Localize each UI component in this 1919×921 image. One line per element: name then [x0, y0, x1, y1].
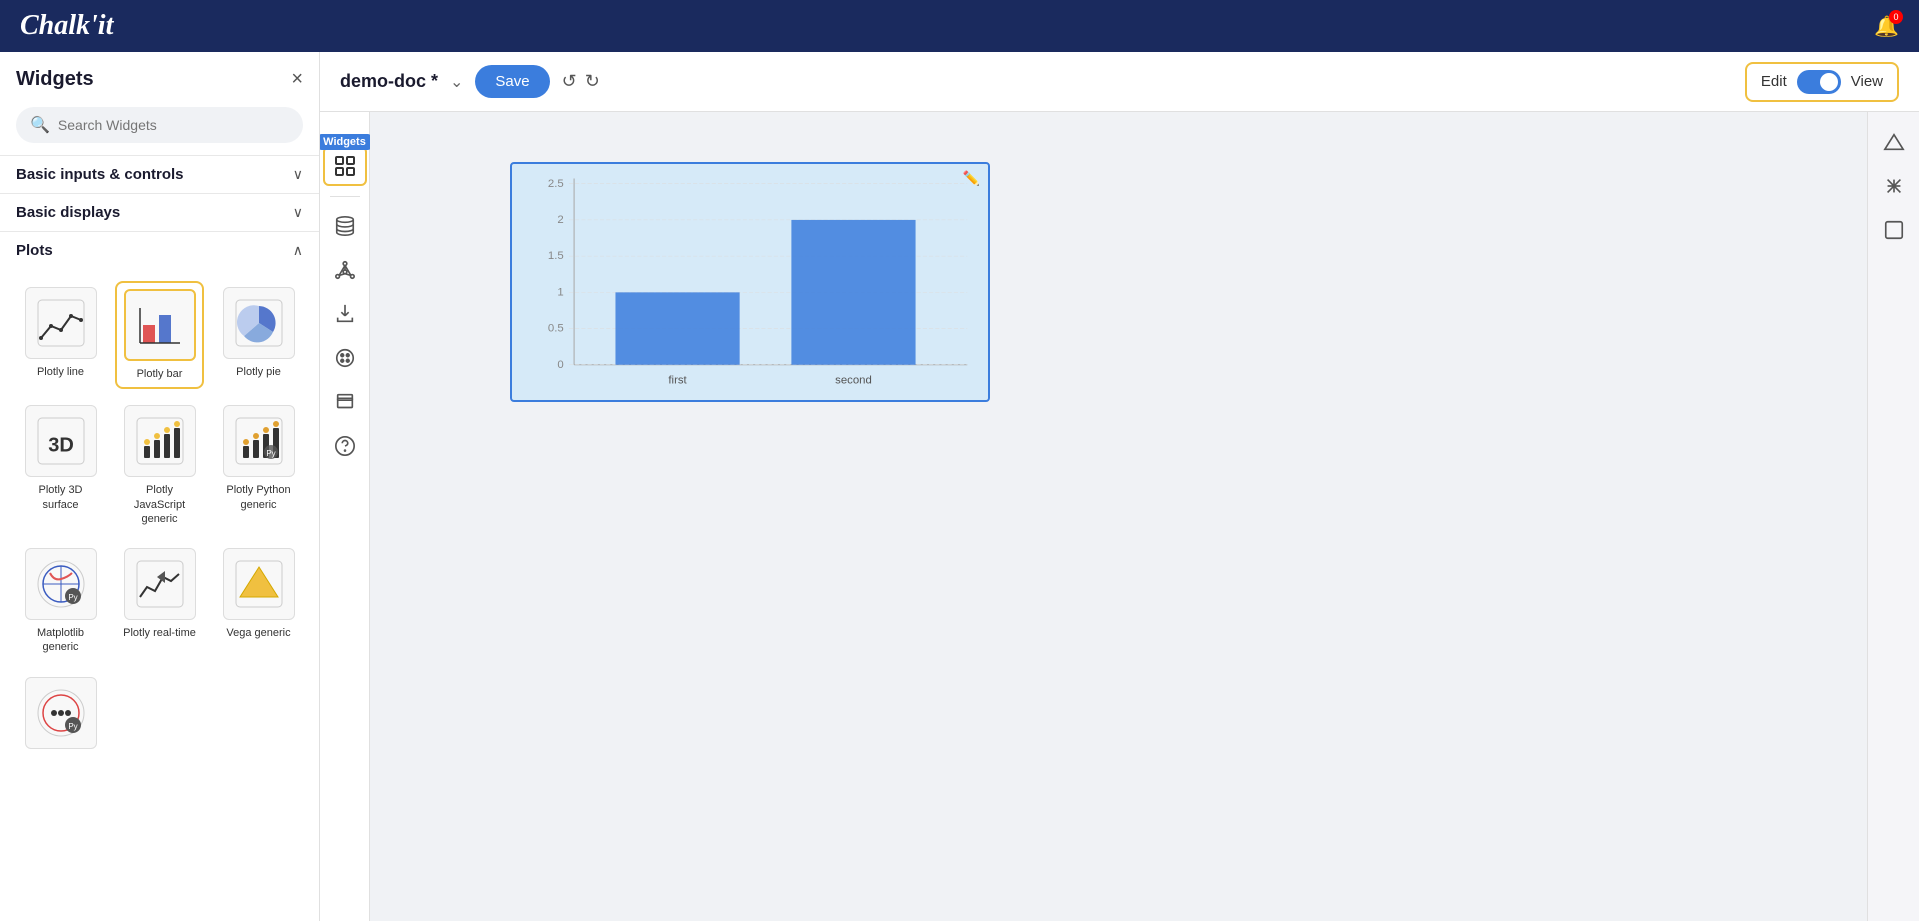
- svg-text:Py: Py: [266, 449, 275, 458]
- search-input[interactable]: [58, 117, 289, 133]
- main-layout: Widgets × 🔍 Basic inputs & controls ∨ Ba…: [0, 52, 1919, 921]
- edit-label: Edit: [1761, 73, 1787, 90]
- svg-text:3D: 3D: [48, 435, 74, 457]
- vega-label: Vega generic: [226, 626, 290, 640]
- panel-btn-layer[interactable]: [326, 383, 364, 421]
- edit-view-toggle[interactable]: Edit View: [1745, 62, 1899, 102]
- notification-bell[interactable]: 🔔 0: [1874, 14, 1899, 39]
- svg-text:1: 1: [557, 286, 563, 298]
- save-button[interactable]: Save: [475, 65, 549, 98]
- view-label: View: [1851, 73, 1883, 90]
- panel-btn-import[interactable]: [326, 295, 364, 333]
- widgets-panel-badge: Widgets: [320, 134, 372, 150]
- svg-text:2: 2: [557, 214, 563, 226]
- panel-btn-database[interactable]: [326, 207, 364, 245]
- content-area: demo-doc * ⌄ Save ↺ ↻ Edit View: [320, 52, 1919, 921]
- top-nav: Chalk'it 🔔 0: [0, 0, 1919, 52]
- chart-widget[interactable]: ✏️ 0 0.5 1 1.5: [510, 162, 990, 402]
- widget-plotly-py[interactable]: Py Plotly Python generic: [214, 399, 303, 532]
- widget-plotly-line[interactable]: Plotly line: [16, 281, 105, 389]
- widgets-sidebar: Widgets × 🔍 Basic inputs & controls ∨ Ba…: [0, 52, 320, 921]
- section-plots[interactable]: Plots ∧: [0, 231, 319, 269]
- left-icon-bar: Widgets: [320, 112, 370, 921]
- redo-button[interactable]: ↻: [585, 71, 600, 92]
- app-logo: Chalk'it: [20, 10, 113, 42]
- section-basic-inputs-chevron: ∨: [293, 166, 303, 183]
- svg-text:0.5: 0.5: [548, 323, 564, 335]
- plotly-py-icon: Py: [223, 405, 295, 477]
- plotly-py-label: Plotly Python generic: [220, 483, 297, 512]
- section-basic-displays[interactable]: Basic displays ∨: [0, 193, 319, 231]
- plotly-line-label: Plotly line: [37, 365, 84, 379]
- section-basic-displays-chevron: ∨: [293, 204, 303, 221]
- chart-edit-icon[interactable]: ✏️: [963, 170, 980, 187]
- plotly-bar-label: Plotly bar: [137, 367, 183, 381]
- plotly-js-label: Plotly JavaScript generic: [121, 483, 198, 526]
- svg-text:Py: Py: [68, 593, 77, 602]
- section-basic-displays-label: Basic displays: [16, 204, 120, 221]
- panel-btn-network[interactable]: [326, 251, 364, 289]
- panel-btn-widgets[interactable]: Widgets: [323, 146, 367, 186]
- right-square-tool[interactable]: [1874, 210, 1914, 250]
- toolbar: demo-doc * ⌄ Save ↺ ↻ Edit View: [320, 52, 1919, 112]
- plotly-js-icon: [124, 405, 196, 477]
- matplotlib-label: Matplotlib generic: [22, 626, 99, 655]
- main-canvas[interactable]: ✏️ 0 0.5 1 1.5: [370, 112, 1867, 921]
- more-icon: Py: [25, 677, 97, 749]
- doc-name: demo-doc *: [340, 71, 438, 92]
- plotly-realtime-icon: [124, 548, 196, 620]
- undo-button[interactable]: ↺: [562, 71, 577, 92]
- plotly-pie-label: Plotly pie: [236, 365, 281, 379]
- section-basic-inputs[interactable]: Basic inputs & controls ∨: [0, 155, 319, 193]
- widget-grid: Plotly line Plotly bar: [0, 269, 319, 773]
- plotly-3d-icon: 3D: [25, 405, 97, 477]
- mode-toggle[interactable]: [1797, 70, 1841, 94]
- sidebar-close-button[interactable]: ×: [291, 68, 303, 91]
- right-triangle-tool[interactable]: [1874, 122, 1914, 162]
- section-basic-inputs-label: Basic inputs & controls: [16, 166, 184, 183]
- left-bar-separator-1: [330, 196, 360, 197]
- svg-text:first: first: [668, 374, 687, 386]
- widget-plotly-bar[interactable]: Plotly bar: [115, 281, 204, 389]
- widget-vega[interactable]: Vega generic: [214, 542, 303, 661]
- right-cross-tool[interactable]: [1874, 166, 1914, 206]
- panel-btn-palette[interactable]: [326, 339, 364, 377]
- plotly-3d-label: Plotly 3D surface: [22, 483, 99, 512]
- sidebar-title: Widgets: [16, 68, 94, 91]
- section-plots-chevron: ∧: [293, 242, 303, 259]
- sidebar-header: Widgets ×: [0, 52, 319, 99]
- widget-plotly-realtime[interactable]: Plotly real-time: [115, 542, 204, 661]
- toolbar-left: demo-doc * ⌄ Save ↺ ↻: [340, 65, 600, 98]
- svg-text:second: second: [835, 374, 872, 386]
- vega-icon: [223, 548, 295, 620]
- widget-matplotlib[interactable]: Py Matplotlib generic: [16, 542, 105, 661]
- section-plots-label: Plots: [16, 242, 53, 259]
- canvas-container: Widgets: [320, 112, 1919, 921]
- search-icon: 🔍: [30, 115, 50, 135]
- notification-badge: 0: [1889, 10, 1903, 24]
- plotly-pie-icon: [223, 287, 295, 359]
- svg-text:0: 0: [557, 359, 563, 371]
- plotly-line-icon: [25, 287, 97, 359]
- right-panel: [1867, 112, 1919, 921]
- undo-redo-group: ↺ ↻: [562, 71, 600, 92]
- widget-plotly-pie[interactable]: Plotly pie: [214, 281, 303, 389]
- search-box: 🔍: [16, 107, 303, 143]
- svg-text:2.5: 2.5: [548, 178, 564, 190]
- widget-more[interactable]: Py: [16, 671, 105, 761]
- bar-chart-svg: 0 0.5 1 1.5 2 2.5 first: [512, 164, 988, 400]
- plotly-bar-icon: [124, 289, 196, 361]
- plotly-realtime-label: Plotly real-time: [123, 626, 196, 640]
- svg-text:1.5: 1.5: [548, 250, 564, 262]
- panel-btn-help[interactable]: [326, 427, 364, 465]
- widget-plotly-js[interactable]: Plotly JavaScript generic: [115, 399, 204, 532]
- widget-plotly-3d[interactable]: 3D Plotly 3D surface: [16, 399, 105, 532]
- matplotlib-icon: Py: [25, 548, 97, 620]
- doc-chevron[interactable]: ⌄: [450, 72, 463, 92]
- toggle-knob: [1820, 73, 1838, 91]
- svg-text:Py: Py: [68, 722, 77, 731]
